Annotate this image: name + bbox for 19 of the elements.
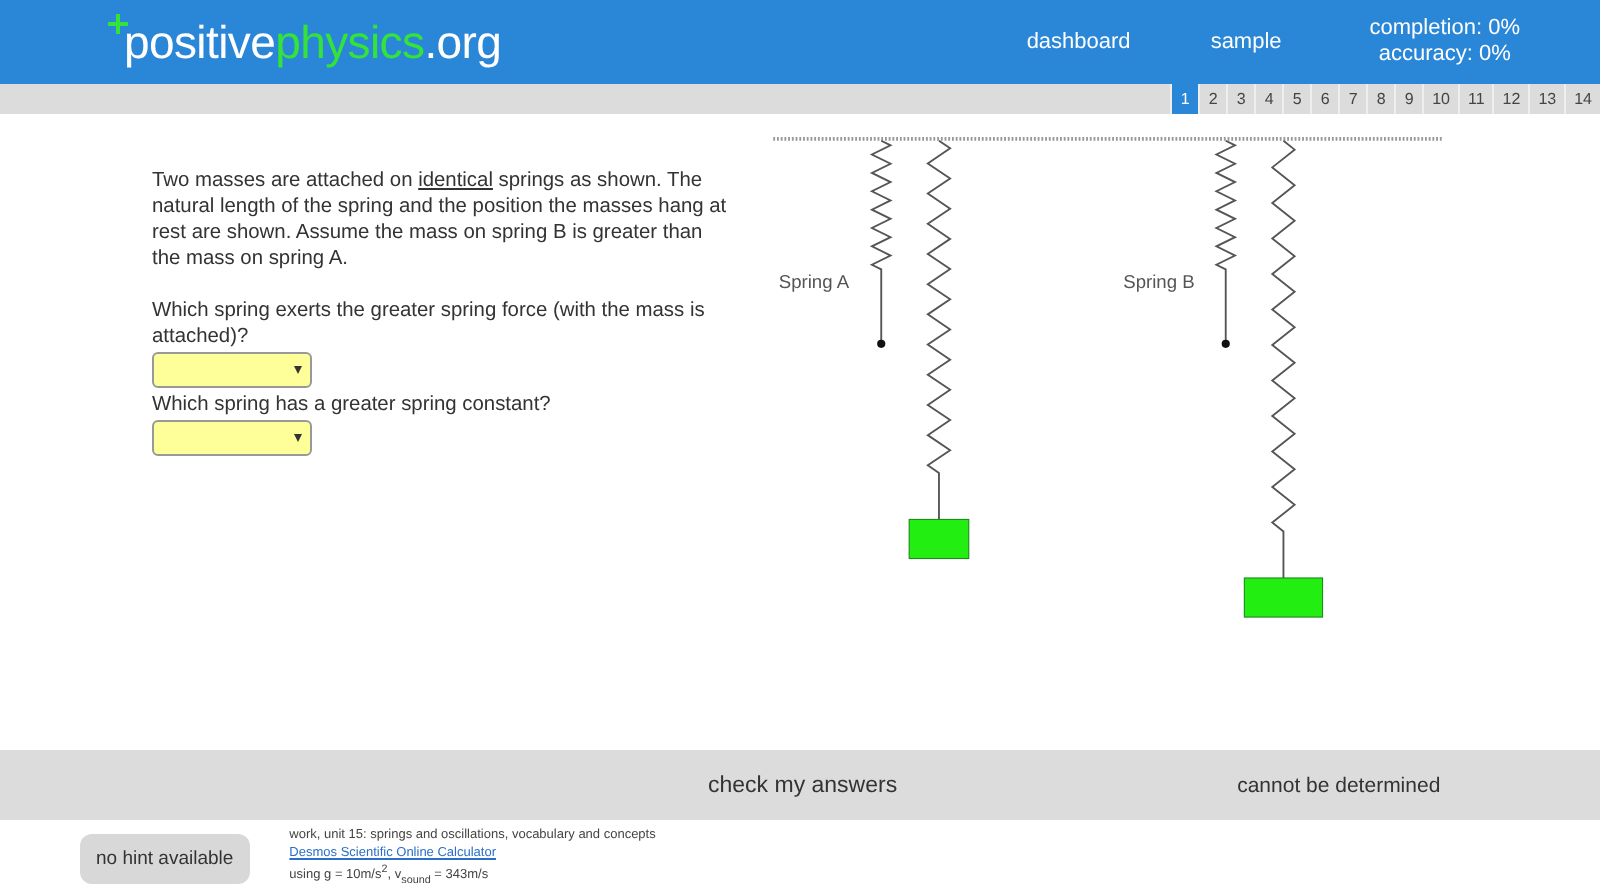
check-answers-button[interactable]: check my answers <box>708 773 898 797</box>
hint-button[interactable]: no hint available <box>80 833 250 883</box>
answer-dropdown[interactable] <box>152 352 312 388</box>
spring-label: Spring A <box>778 271 850 292</box>
spring-label: Spring B <box>1123 271 1195 292</box>
logo[interactable]: positivephysics.org <box>112 15 502 69</box>
stat-text: accuracy: 0% <box>1378 42 1511 68</box>
plus-icon <box>108 13 128 33</box>
problem-text: Two masses are attached on identical springs as shown. The natural length of the spring and the position the masses hang at rest are shown. Assume the mass on spring B is greater than the mass on spring A. <box>152 168 729 272</box>
question-text: Which spring exerts the greater spring force (with the mass is attached)? <box>152 298 707 350</box>
caret-icon <box>294 366 302 374</box>
stat-text: completion: 0% <box>1369 16 1520 42</box>
page-tab[interactable]: 1 <box>1170 84 1199 114</box>
caret-icon <box>294 434 302 442</box>
question-text: Which spring has a greater spring constant? <box>152 392 553 418</box>
answer-note: cannot be determined <box>1237 773 1441 797</box>
nav-link[interactable]: sample <box>1210 30 1282 54</box>
nav-link[interactable]: dashboard <box>1026 30 1131 54</box>
answer-dropdown[interactable] <box>152 420 312 456</box>
